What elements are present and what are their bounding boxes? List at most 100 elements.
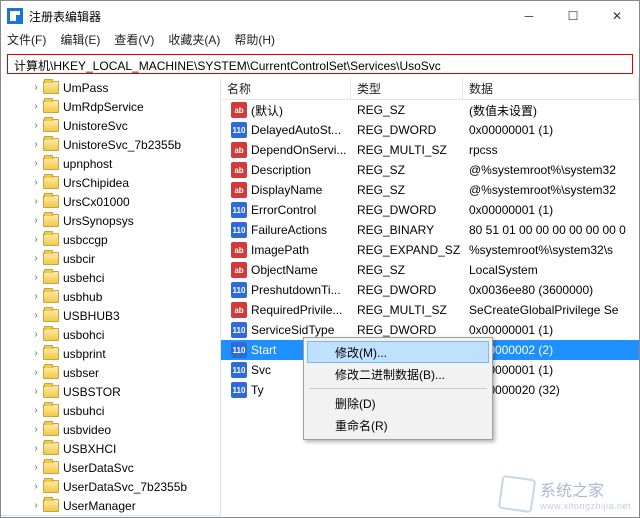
column-data[interactable]: 数据 xyxy=(463,78,639,99)
list-row[interactable]: 110ErrorControlREG_DWORD0x00000001 (1) xyxy=(221,200,639,220)
value-name: Svc xyxy=(251,363,271,377)
tree-item[interactable]: ›usbprint xyxy=(1,344,220,363)
list-row[interactable]: 110PreshutdownTi...REG_DWORD0x0036ee80 (… xyxy=(221,280,639,300)
folder-icon xyxy=(43,423,59,436)
folder-icon xyxy=(43,385,59,398)
tree-item[interactable]: ›UrsChipidea xyxy=(1,173,220,192)
expander-icon[interactable]: › xyxy=(29,462,43,473)
tree-item[interactable]: ›usbcir xyxy=(1,249,220,268)
tree-item[interactable]: ›UserManager xyxy=(1,496,220,515)
value-type: REG_SZ xyxy=(351,163,463,177)
value-data: LocalSystem xyxy=(463,263,639,277)
context-menu: 修改(M)... 修改二进制数据(B)... 删除(D) 重命名(R) xyxy=(303,337,493,440)
context-delete[interactable]: 删除(D) xyxy=(307,392,489,414)
list-row[interactable]: abDependOnServi...REG_MULTI_SZrpcss xyxy=(221,140,639,160)
tree-item[interactable]: ›USBHUB3 xyxy=(1,306,220,325)
tree-item[interactable]: ›usbehci xyxy=(1,268,220,287)
expander-icon[interactable]: › xyxy=(29,291,43,302)
folder-icon xyxy=(43,499,59,512)
expander-icon[interactable]: › xyxy=(29,120,43,131)
list-view[interactable]: 名称 类型 数据 ab(默认)REG_SZ(数值未设置)110DelayedAu… xyxy=(221,78,639,516)
expander-icon[interactable]: › xyxy=(29,500,43,511)
context-rename[interactable]: 重命名(R) xyxy=(307,414,489,436)
menu-help[interactable]: 帮助(H) xyxy=(234,31,275,51)
tree-item[interactable]: ›UmPass xyxy=(1,78,220,97)
tree-item[interactable]: ›USBSTOR xyxy=(1,382,220,401)
context-modify[interactable]: 修改(M)... xyxy=(307,341,489,363)
list-row[interactable]: 110FailureActionsREG_BINARY80 51 01 00 0… xyxy=(221,220,639,240)
expander-icon[interactable]: › xyxy=(29,386,43,397)
close-button[interactable]: ✕ xyxy=(595,1,639,31)
value-data: 0x00000001 (1) xyxy=(463,323,639,337)
folder-icon xyxy=(43,119,59,132)
expander-icon[interactable]: › xyxy=(29,82,43,93)
tree-item-label: usbvideo xyxy=(63,423,111,437)
list-row[interactable]: abObjectNameREG_SZLocalSystem xyxy=(221,260,639,280)
tree-item[interactable]: ›usbccgp xyxy=(1,230,220,249)
expander-icon[interactable]: › xyxy=(29,272,43,283)
folder-icon xyxy=(43,366,59,379)
list-row[interactable]: abDisplayNameREG_SZ@%systemroot%\system3… xyxy=(221,180,639,200)
list-row[interactable]: abDescriptionREG_SZ@%systemroot%\system3… xyxy=(221,160,639,180)
tree-item[interactable]: › usbohci xyxy=(1,325,220,344)
value-name: DelayedAutoSt... xyxy=(251,123,341,137)
maximize-button[interactable]: ☐ xyxy=(551,1,595,31)
tree-item-label: UnistoreSvc xyxy=(63,119,128,133)
tree-item[interactable]: › usbvideo xyxy=(1,420,220,439)
menubar: 文件(F) 编辑(E) 查看(V) 收藏夹(A) 帮助(H) xyxy=(1,31,639,51)
value-type: REG_EXPAND_SZ xyxy=(351,243,463,257)
tree-item[interactable]: ›UmRdpService xyxy=(1,97,220,116)
expander-icon[interactable]: › xyxy=(29,101,43,112)
folder-icon xyxy=(43,214,59,227)
tree-item[interactable]: › usbuhci xyxy=(1,401,220,420)
tree-item-label: usbohci xyxy=(63,328,104,342)
value-name: PreshutdownTi... xyxy=(251,283,341,297)
folder-icon xyxy=(43,461,59,474)
menu-favorites[interactable]: 收藏夹(A) xyxy=(168,31,220,51)
expander-icon[interactable]: › xyxy=(29,177,43,188)
expander-icon[interactable]: › xyxy=(29,310,43,321)
column-name[interactable]: 名称 xyxy=(221,78,351,99)
list-row[interactable]: abImagePathREG_EXPAND_SZ%systemroot%\sys… xyxy=(221,240,639,260)
tree-item[interactable]: ›UserDataSvc_7b2355b xyxy=(1,477,220,496)
expander-icon[interactable]: › xyxy=(29,348,43,359)
string-value-icon: ab xyxy=(231,302,247,318)
expander-icon[interactable]: › xyxy=(29,443,43,454)
tree-item[interactable]: ⌄UsoSvc xyxy=(1,515,220,516)
expander-icon[interactable]: › xyxy=(29,329,43,340)
menu-edit[interactable]: 编辑(E) xyxy=(60,31,100,51)
address-bar[interactable]: 计算机\HKEY_LOCAL_MACHINE\SYSTEM\CurrentCon… xyxy=(7,54,633,74)
expander-icon[interactable]: › xyxy=(29,405,43,416)
tree-item[interactable]: ›usbser xyxy=(1,363,220,382)
folder-icon xyxy=(43,195,59,208)
tree-item[interactable]: ›usbhub xyxy=(1,287,220,306)
menu-view[interactable]: 查看(V) xyxy=(114,31,154,51)
tree-item[interactable]: ›USBXHCI xyxy=(1,439,220,458)
expander-icon[interactable]: › xyxy=(29,234,43,245)
tree-item[interactable]: ›upnphost xyxy=(1,154,220,173)
tree-item[interactable]: ›UrsCx01000 xyxy=(1,192,220,211)
expander-icon[interactable]: › xyxy=(29,139,43,150)
expander-icon[interactable]: › xyxy=(29,215,43,226)
value-name: FailureActions xyxy=(251,223,327,237)
minimize-button[interactable]: ─ xyxy=(507,1,551,31)
tree-item[interactable]: ›UrsSynopsys xyxy=(1,211,220,230)
expander-icon[interactable]: › xyxy=(29,367,43,378)
expander-icon[interactable]: › xyxy=(29,196,43,207)
list-row[interactable]: ab(默认)REG_SZ(数值未设置) xyxy=(221,100,639,120)
tree-view[interactable]: ›UmPass›UmRdpService›UnistoreSvc›Unistor… xyxy=(1,78,221,516)
list-row[interactable]: 110DelayedAutoSt...REG_DWORD0x00000001 (… xyxy=(221,120,639,140)
menu-file[interactable]: 文件(F) xyxy=(7,31,46,51)
value-type: REG_DWORD xyxy=(351,283,463,297)
expander-icon[interactable]: › xyxy=(29,481,43,492)
tree-item[interactable]: ›UnistoreSvc_7b2355b xyxy=(1,135,220,154)
tree-item[interactable]: ›UserDataSvc xyxy=(1,458,220,477)
context-modify-binary[interactable]: 修改二进制数据(B)... xyxy=(307,363,489,385)
column-type[interactable]: 类型 xyxy=(351,78,463,99)
expander-icon[interactable]: › xyxy=(29,253,43,264)
tree-item[interactable]: › UnistoreSvc xyxy=(1,116,220,135)
tree-item-label: usbuhci xyxy=(63,404,104,418)
expander-icon[interactable]: › xyxy=(29,158,43,169)
expander-icon[interactable]: › xyxy=(29,424,43,435)
list-row[interactable]: abRequiredPrivile...REG_MULTI_SZSeCreate… xyxy=(221,300,639,320)
